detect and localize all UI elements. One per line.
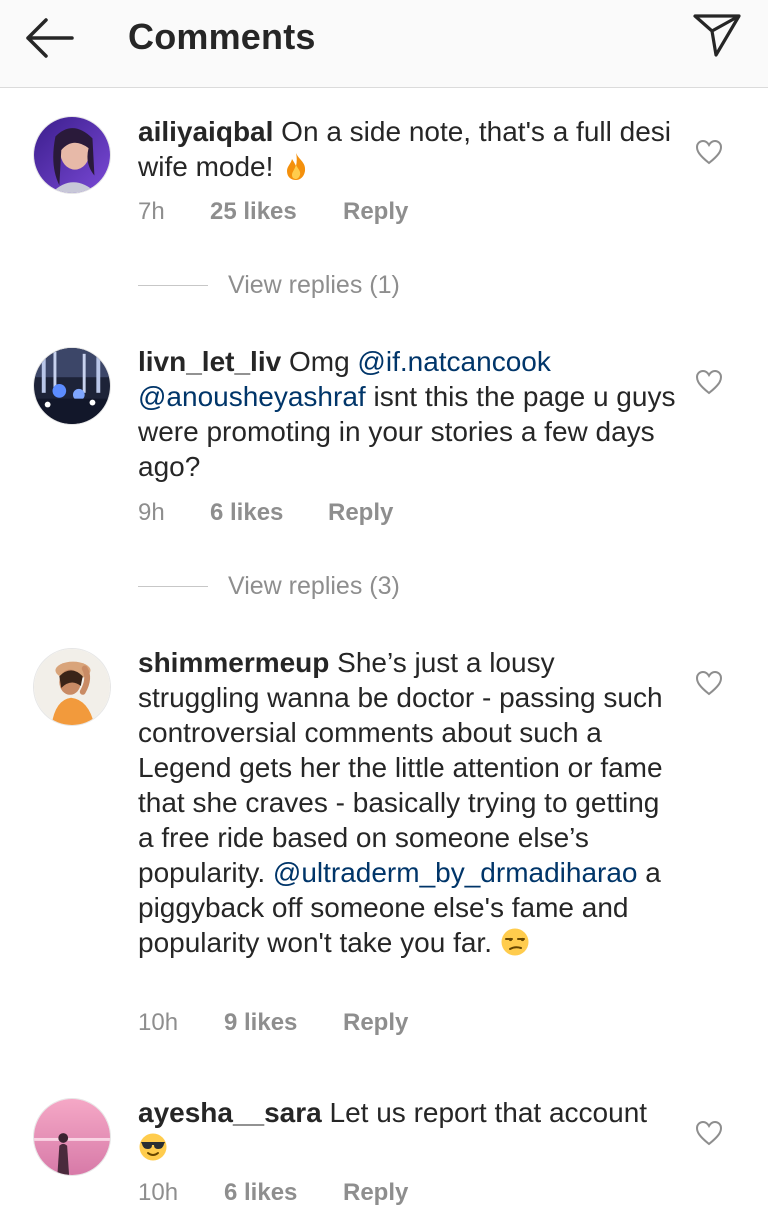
comment-username[interactable]: shimmermeup — [138, 647, 329, 678]
likes-count[interactable]: 6 likes — [224, 1179, 297, 1207]
page-title: Comments — [128, 16, 316, 57]
sunglasses-face-emoji-icon — [138, 1132, 168, 1162]
heart-icon[interactable] — [695, 670, 723, 696]
paper-plane-icon[interactable] — [692, 12, 742, 58]
comment-text: shimmermeup She’s just a lousy strugglin… — [138, 645, 678, 960]
comment-time: 7h — [138, 198, 165, 225]
comment-content: Let us report that account — [321, 1097, 648, 1128]
reply-button[interactable]: Reply — [343, 1009, 408, 1037]
fire-emoji-icon — [281, 151, 311, 181]
reply-button[interactable]: Reply — [343, 198, 408, 226]
heart-icon[interactable] — [695, 1120, 723, 1146]
avatar[interactable] — [33, 1098, 111, 1176]
comment-username[interactable]: ayesha__sara — [138, 1097, 322, 1128]
avatar[interactable] — [33, 347, 111, 425]
unamused-face-emoji-icon — [500, 927, 530, 957]
avatar[interactable] — [33, 116, 111, 194]
reply-button[interactable]: Reply — [328, 499, 393, 527]
comment-text: livn_let_liv Omg @if.natcancook @anoushe… — [138, 344, 678, 484]
comment-text: ailiyaiqbal On a side note, that's a ful… — [138, 114, 678, 184]
heart-icon[interactable] — [695, 369, 723, 395]
mention-link[interactable]: @ultraderm_by_drmadiharao — [273, 857, 638, 888]
comment-text: ayesha__sara Let us report that account — [138, 1095, 678, 1165]
divider-line — [138, 285, 208, 286]
avatar[interactable] — [33, 648, 111, 726]
comment-content: She’s just a lousy struggling wanna be d… — [138, 647, 663, 888]
comment-username[interactable]: livn_let_liv — [138, 346, 281, 377]
mention-link[interactable]: @anousheyashraf — [138, 381, 366, 412]
likes-count[interactable]: 25 likes — [210, 198, 297, 226]
mention-link[interactable]: @if.natcancook — [357, 346, 550, 377]
heart-icon[interactable] — [695, 139, 723, 165]
likes-count[interactable]: 6 likes — [210, 499, 283, 527]
comment-username[interactable]: ailiyaiqbal — [138, 116, 273, 147]
comment-time: 9h — [138, 499, 165, 526]
comment-content: Omg — [281, 346, 358, 377]
view-replies-label[interactable]: View replies (1) — [228, 271, 400, 300]
comment-time: 10h — [138, 1009, 179, 1036]
back-arrow-icon[interactable] — [22, 14, 78, 62]
likes-count[interactable]: 9 likes — [224, 1009, 297, 1037]
top-bar: Comments — [0, 0, 768, 88]
divider-line — [138, 586, 208, 587]
comment-time: 10h — [138, 1179, 179, 1206]
reply-button[interactable]: Reply — [343, 1179, 408, 1207]
view-replies-label[interactable]: View replies (3) — [228, 572, 400, 601]
